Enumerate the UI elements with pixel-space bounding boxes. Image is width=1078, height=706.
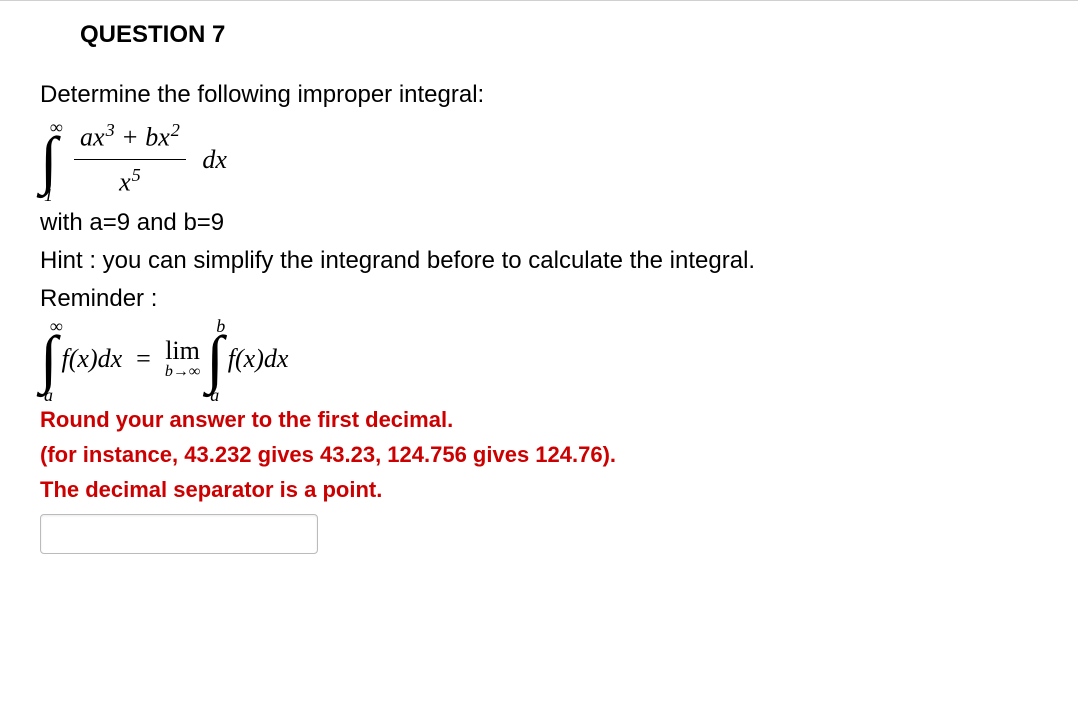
- num-term-a: ax: [80, 123, 105, 152]
- num-exp-b: 2: [171, 120, 180, 140]
- reminder-right-fx: f(x)dx: [228, 339, 289, 378]
- dx-label: dx: [202, 145, 227, 174]
- round-instruction: Round your answer to the first decimal.: [40, 403, 1038, 436]
- reminder-left-upper: ∞: [50, 313, 63, 340]
- answer-input-wrapper: [40, 514, 1038, 554]
- integral-lower-bound: 1: [44, 182, 53, 209]
- integral-wrapper: ∞ ∫ 1: [40, 120, 62, 199]
- prompt-text: Determine the following improper integra…: [40, 77, 1038, 113]
- integral-sign-icon: ∫: [40, 333, 58, 384]
- den-exp: 5: [132, 165, 141, 185]
- question-title: QUESTION 7: [80, 21, 1038, 49]
- num-term-b: bx: [145, 123, 170, 152]
- integral-upper-bound: ∞: [50, 114, 63, 141]
- reminder-left-lower: a: [44, 382, 53, 409]
- reminder-right-lower: a: [210, 382, 219, 409]
- integral-sign-icon: ∫: [206, 333, 224, 384]
- question-container: QUESTION 7 Determine the following impro…: [0, 0, 1078, 584]
- den-var: x: [119, 167, 131, 196]
- integrand-fraction: ax3 + bx2 x5: [74, 115, 186, 203]
- example-instruction: (for instance, 43.232 gives 43.23, 124.7…: [40, 438, 1038, 471]
- num-plus: +: [115, 123, 146, 152]
- fraction-numerator: ax3 + bx2: [74, 115, 186, 160]
- equals-sign: =: [136, 339, 151, 378]
- limit-block: lim b→∞: [165, 338, 200, 380]
- integral-sign-icon: ∫: [40, 134, 58, 185]
- answer-field[interactable]: [40, 514, 318, 554]
- reminder-right-upper: b: [216, 313, 225, 340]
- reminder-left-integral: ∞ ∫ a: [40, 319, 62, 398]
- reminder-label: Reminder :: [40, 281, 1038, 317]
- limit-approach: b→∞: [165, 364, 200, 380]
- fraction-denominator: x5: [74, 160, 186, 204]
- reminder-math-expression: ∞ ∫ a f(x)dx = lim b→∞ b ∫ a f(x)dx: [40, 319, 1038, 398]
- num-exp-a: 3: [106, 120, 115, 140]
- hint-text: Hint : you can simplify the integrand be…: [40, 243, 1038, 279]
- reminder-left-fx: f(x)dx: [62, 339, 123, 378]
- params-text: with a=9 and b=9: [40, 205, 1038, 241]
- limit-label: lim: [165, 338, 200, 364]
- separator-instruction: The decimal separator is a point.: [40, 473, 1038, 506]
- integral-expression: ∞ ∫ 1 ax3 + bx2 x5 dx: [40, 115, 1038, 203]
- question-body: Determine the following improper integra…: [40, 77, 1038, 554]
- reminder-right-integral: b ∫ a: [206, 319, 228, 398]
